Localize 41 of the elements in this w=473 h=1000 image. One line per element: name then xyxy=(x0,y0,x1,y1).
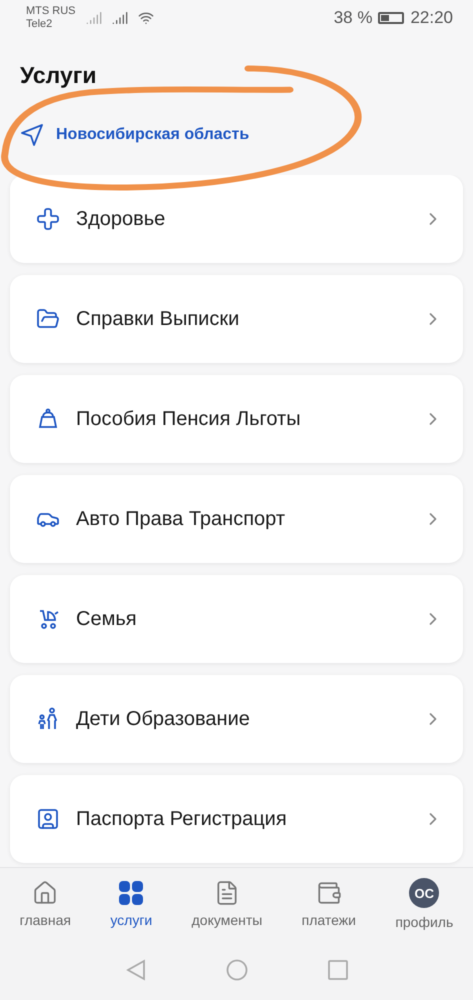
home-circle-icon[interactable] xyxy=(226,959,248,981)
category-label: Пособия Пенсия Льготы xyxy=(76,408,301,430)
page-title: Услуги xyxy=(20,62,98,89)
avatar: ОС xyxy=(409,878,440,908)
home-icon xyxy=(32,880,58,906)
category-card[interactable]: Здоровье xyxy=(10,175,463,263)
category-card[interactable]: Авто Права Транспорт xyxy=(10,475,463,563)
battery-percent: 38 % xyxy=(334,8,372,28)
category-card[interactable]: Семья xyxy=(10,575,463,663)
signal-icon xyxy=(112,10,128,26)
clock: 22:20 xyxy=(410,8,453,28)
folder-icon xyxy=(36,307,60,331)
category-card[interactable]: Паспорта Регистрация xyxy=(10,775,463,863)
nav-tab[interactable]: главная xyxy=(20,880,71,928)
battery-icon xyxy=(378,12,404,24)
parent-child-icon xyxy=(36,707,60,731)
nav-tab[interactable]: ОС профиль xyxy=(395,878,454,930)
recents-icon[interactable] xyxy=(328,960,348,980)
category-label: Семья xyxy=(76,608,137,630)
category-label: Авто Права Транспорт xyxy=(76,508,286,530)
category-card[interactable]: Дети Образование xyxy=(10,675,463,763)
wifi-icon xyxy=(138,10,154,26)
navigation-arrow-icon[interactable] xyxy=(20,123,44,147)
category-card[interactable]: Справки Выписки xyxy=(10,275,463,363)
nav-tab[interactable]: документы xyxy=(192,880,262,928)
region-link[interactable]: Новосибирская область xyxy=(56,126,250,144)
wallet-icon xyxy=(316,880,342,906)
category-label: Здоровье xyxy=(76,208,166,230)
category-label: Дети Образование xyxy=(76,708,250,730)
grid-icon xyxy=(118,880,144,906)
category-label: Справки Выписки xyxy=(76,308,240,330)
category-label: Паспорта Регистрация xyxy=(76,808,287,830)
nav-tab[interactable]: платежи xyxy=(302,880,356,928)
back-icon[interactable] xyxy=(126,959,146,981)
carrier-name: MTS RUS xyxy=(26,5,76,18)
signal-icon xyxy=(86,10,102,26)
category-card[interactable]: Пособия Пенсия Льготы xyxy=(10,375,463,463)
cross-icon xyxy=(36,207,60,231)
carrier-name: Tele2 xyxy=(26,18,54,31)
id-card-icon xyxy=(36,807,60,831)
nav-tab[interactable]: услуги xyxy=(110,880,152,928)
